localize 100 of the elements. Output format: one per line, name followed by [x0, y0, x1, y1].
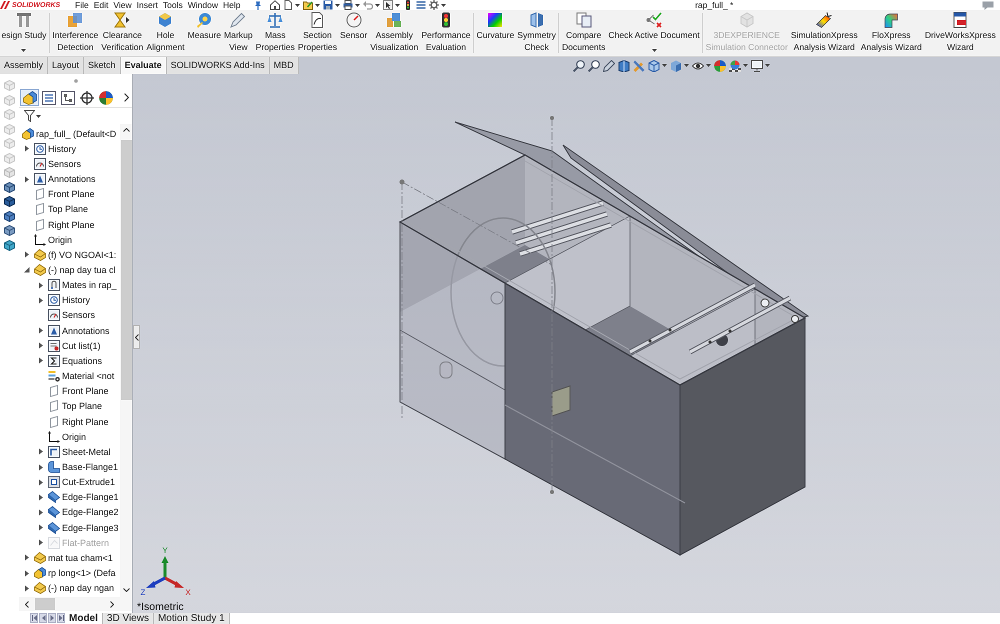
scrollbar-thumb[interactable] [120, 140, 132, 400]
tree-item[interactable]: Base-Flange1 [19, 459, 120, 475]
tab-scroll-button[interactable] [48, 613, 56, 623]
magnifier-icon[interactable] [588, 60, 600, 72]
pencil-icon[interactable] [602, 60, 615, 72]
tree-item[interactable]: Cut-Extrude1 [19, 474, 120, 490]
ribbon-button[interactable]: Sensor [338, 10, 369, 56]
gear-icon[interactable] [429, 0, 440, 10]
tab[interactable]: Evaluate [120, 57, 167, 74]
expander-icon[interactable] [38, 478, 44, 486]
tree-item[interactable]: Edge-Flange1 [19, 490, 120, 505]
tree-item[interactable]: (-) nap day ngan [19, 580, 120, 596]
chevron-up-icon[interactable] [122, 128, 130, 132]
tree-item[interactable]: Top Plane [19, 398, 120, 414]
expander-icon[interactable] [38, 508, 44, 516]
ribbon-button[interactable]: Assembly Visualization [368, 10, 420, 56]
monitor-icon[interactable] [750, 60, 763, 72]
tab[interactable]: 3D Views [102, 613, 154, 624]
expander-icon[interactable] [24, 584, 30, 592]
expander-icon[interactable] [38, 296, 44, 304]
expander-icon[interactable] [24, 554, 30, 562]
home-icon[interactable] [270, 0, 280, 10]
caret-icon[interactable] [764, 64, 770, 67]
chevron-right-icon[interactable] [110, 600, 114, 608]
caret-icon[interactable] [36, 114, 41, 118]
cube-icon[interactable] [4, 182, 15, 192]
ribbon-button[interactable]: Performance Evaluation [420, 10, 472, 56]
eye-icon[interactable] [692, 60, 704, 72]
tree-item[interactable]: (f) VO NGOAI<1: [19, 247, 120, 262]
cube-icon[interactable] [4, 196, 15, 207]
tab[interactable]: MBD [270, 57, 299, 74]
tree-item[interactable]: Annotations [19, 323, 120, 338]
menu-item[interactable]: Insert [136, 0, 158, 10]
tree-item[interactable]: mat tua cham<1 [19, 550, 120, 566]
tree-item[interactable]: rp long<1> (Defa [19, 566, 120, 581]
tree-item[interactable]: History [19, 292, 120, 308]
menu-item[interactable]: Help [222, 0, 240, 10]
tab[interactable]: SOLIDWORKS Add-Ins [166, 57, 270, 74]
folder-icon[interactable] [303, 0, 314, 10]
tab-scroll-button[interactable] [30, 613, 38, 623]
caret-icon[interactable] [375, 4, 380, 6]
ribbon-button[interactable]: Clearance Verification [100, 10, 145, 56]
tab-scroll-button[interactable] [57, 613, 65, 623]
expander-icon[interactable] [38, 342, 44, 350]
tree-item[interactable]: Front Plane [19, 384, 120, 399]
expander-icon[interactable] [24, 145, 30, 152]
tab[interactable]: Motion Study 1 [154, 613, 230, 624]
tab[interactable]: Assembly [0, 57, 48, 74]
tree-item[interactable]: History [19, 141, 120, 156]
list-icon[interactable] [416, 0, 426, 10]
ribbon-button[interactable]: Measure [186, 10, 222, 56]
collapse-panel-button[interactable] [133, 325, 140, 349]
panel-tab[interactable] [39, 89, 58, 106]
caret-icon[interactable] [295, 4, 300, 6]
ribbon-button[interactable]: Interference Detection [50, 10, 100, 56]
expander-icon[interactable] [38, 524, 44, 532]
tree-item[interactable]: (-) nap day tua cl [19, 262, 120, 278]
chevron-left-icon[interactable] [25, 600, 29, 608]
tab-scroll-button[interactable] [39, 613, 47, 623]
tree-item[interactable]: Edge-Flange2 [19, 504, 120, 520]
menu-item[interactable]: Edit [94, 0, 108, 10]
ribbon-button[interactable]: SimulationXpress Analysis Wizard [789, 10, 860, 56]
scrollbar-thumb[interactable] [35, 598, 55, 610]
magnifier-icon[interactable] [572, 60, 585, 72]
expander-icon[interactable] [38, 282, 44, 289]
caret-icon[interactable] [355, 4, 360, 6]
expander-icon[interactable] [24, 176, 30, 183]
tree-item[interactable]: Equations [19, 353, 120, 368]
caret-icon[interactable] [742, 64, 748, 67]
ribbon-button[interactable]: Mass Properties [254, 10, 296, 56]
ribbon-button[interactable]: Markup View [222, 10, 254, 56]
tree-item[interactable]: Mates in rap_ [19, 278, 120, 293]
tree-item[interactable]: Sheet-Metal [19, 444, 120, 460]
caret-icon[interactable] [395, 4, 400, 6]
panel-tab[interactable] [58, 89, 77, 106]
cursor-icon[interactable] [383, 0, 394, 10]
tree-item[interactable]: Material <not [19, 368, 120, 384]
expander-icon[interactable] [24, 266, 30, 274]
grip-icon[interactable] [74, 79, 78, 83]
menu-item[interactable]: View [113, 0, 132, 10]
cube-icon[interactable] [4, 240, 15, 250]
tree-item[interactable]: Right Plane [19, 414, 120, 430]
caret-icon[interactable] [706, 64, 711, 67]
tree-item[interactable]: Annotations [19, 171, 120, 187]
expander-icon[interactable] [38, 448, 44, 456]
caret-icon[interactable] [662, 64, 667, 67]
ribbon-button[interactable]: FloXpress Analysis Wizard [859, 10, 924, 56]
tree-item[interactable]: Origin [19, 232, 120, 248]
tree-item[interactable]: Cut list(1) [19, 338, 120, 354]
menu-item[interactable]: File [75, 0, 89, 10]
printer-icon[interactable] [343, 0, 354, 10]
tree-item[interactable]: Front Plane [19, 186, 120, 202]
chevron-right-icon[interactable] [124, 93, 129, 102]
panel-tab[interactable] [96, 89, 115, 106]
caret-icon[interactable] [684, 64, 689, 67]
panel-tab[interactable] [20, 89, 39, 106]
caret-icon[interactable] [441, 4, 446, 6]
tab[interactable]: Sketch [84, 57, 121, 74]
ribbon-button[interactable]: Section Properties [296, 10, 338, 56]
expander-icon[interactable] [38, 327, 44, 334]
